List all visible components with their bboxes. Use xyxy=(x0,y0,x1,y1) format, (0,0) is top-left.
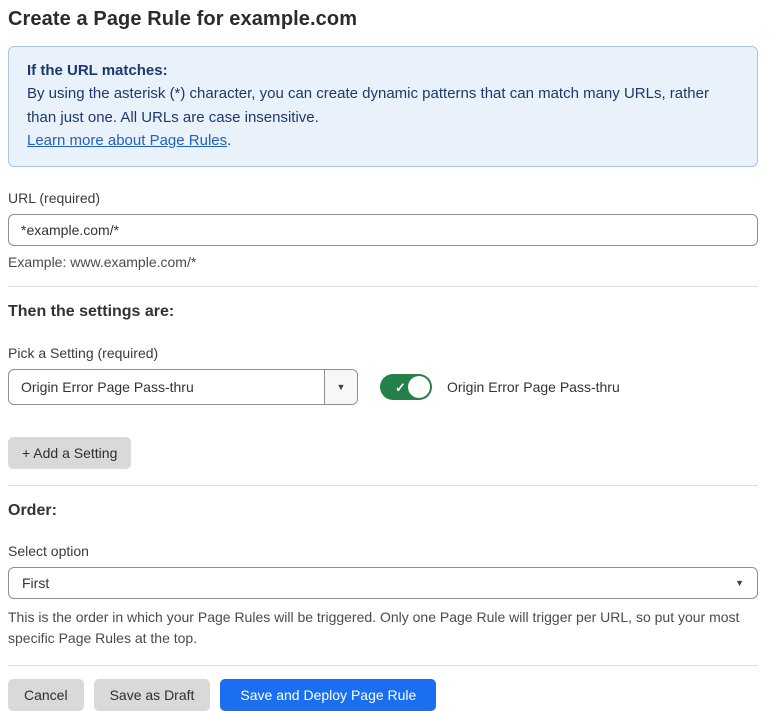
save-draft-button[interactable]: Save as Draft xyxy=(93,679,211,711)
setting-toggle[interactable]: ✓ xyxy=(380,374,432,400)
order-select[interactable]: First ▼ xyxy=(8,567,758,599)
chevron-down-icon: ▼ xyxy=(735,578,744,588)
divider xyxy=(8,665,758,666)
info-box-link-line: Learn more about Page Rules. xyxy=(27,129,739,152)
page-title: Create a Page Rule for example.com xyxy=(8,8,358,30)
setting-select[interactable]: Origin Error Page Pass-thru ▼ xyxy=(8,369,358,405)
url-input[interactable] xyxy=(8,214,758,246)
divider xyxy=(8,485,758,486)
order-select-label: Select option xyxy=(8,543,89,559)
settings-section-heading: Then the settings are: xyxy=(8,303,175,320)
setting-select-arrow-button[interactable]: ▼ xyxy=(324,370,357,404)
add-setting-button[interactable]: + Add a Setting xyxy=(8,437,132,469)
url-match-info-box: If the URL matches: By using the asteris… xyxy=(8,46,758,167)
pick-setting-label: Pick a Setting (required) xyxy=(8,345,159,361)
order-select-value: First xyxy=(22,575,50,591)
toggle-label: Origin Error Page Pass-thru xyxy=(447,379,620,395)
cancel-button[interactable]: Cancel xyxy=(8,679,84,711)
setting-select-value: Origin Error Page Pass-thru xyxy=(21,379,194,395)
info-box-heading: If the URL matches: xyxy=(27,62,168,79)
toggle-knob xyxy=(408,376,430,398)
order-section-heading: Order: xyxy=(8,502,57,519)
chevron-down-icon: ▼ xyxy=(336,382,346,392)
order-help-text: This is the order in which your Page Rul… xyxy=(8,609,740,646)
form-action-bar: Cancel Save as Draft Save and Deploy Pag… xyxy=(8,679,758,711)
setting-picker-row: Origin Error Page Pass-thru ▼ ✓ Origin E… xyxy=(8,369,758,405)
divider xyxy=(8,286,758,287)
link-suffix: . xyxy=(227,131,232,149)
info-box-body: By using the asterisk (*) character, you… xyxy=(27,85,709,126)
url-example-hint: Example: www.example.com/* xyxy=(8,254,197,270)
learn-more-link[interactable]: Learn more about Page Rules xyxy=(27,132,227,149)
save-deploy-button[interactable]: Save and Deploy Page Rule xyxy=(220,679,437,711)
url-field-label: URL (required) xyxy=(8,190,101,206)
page-rule-form: Create a Page Rule for example.com If th… xyxy=(0,0,770,711)
check-icon: ✓ xyxy=(395,379,406,395)
